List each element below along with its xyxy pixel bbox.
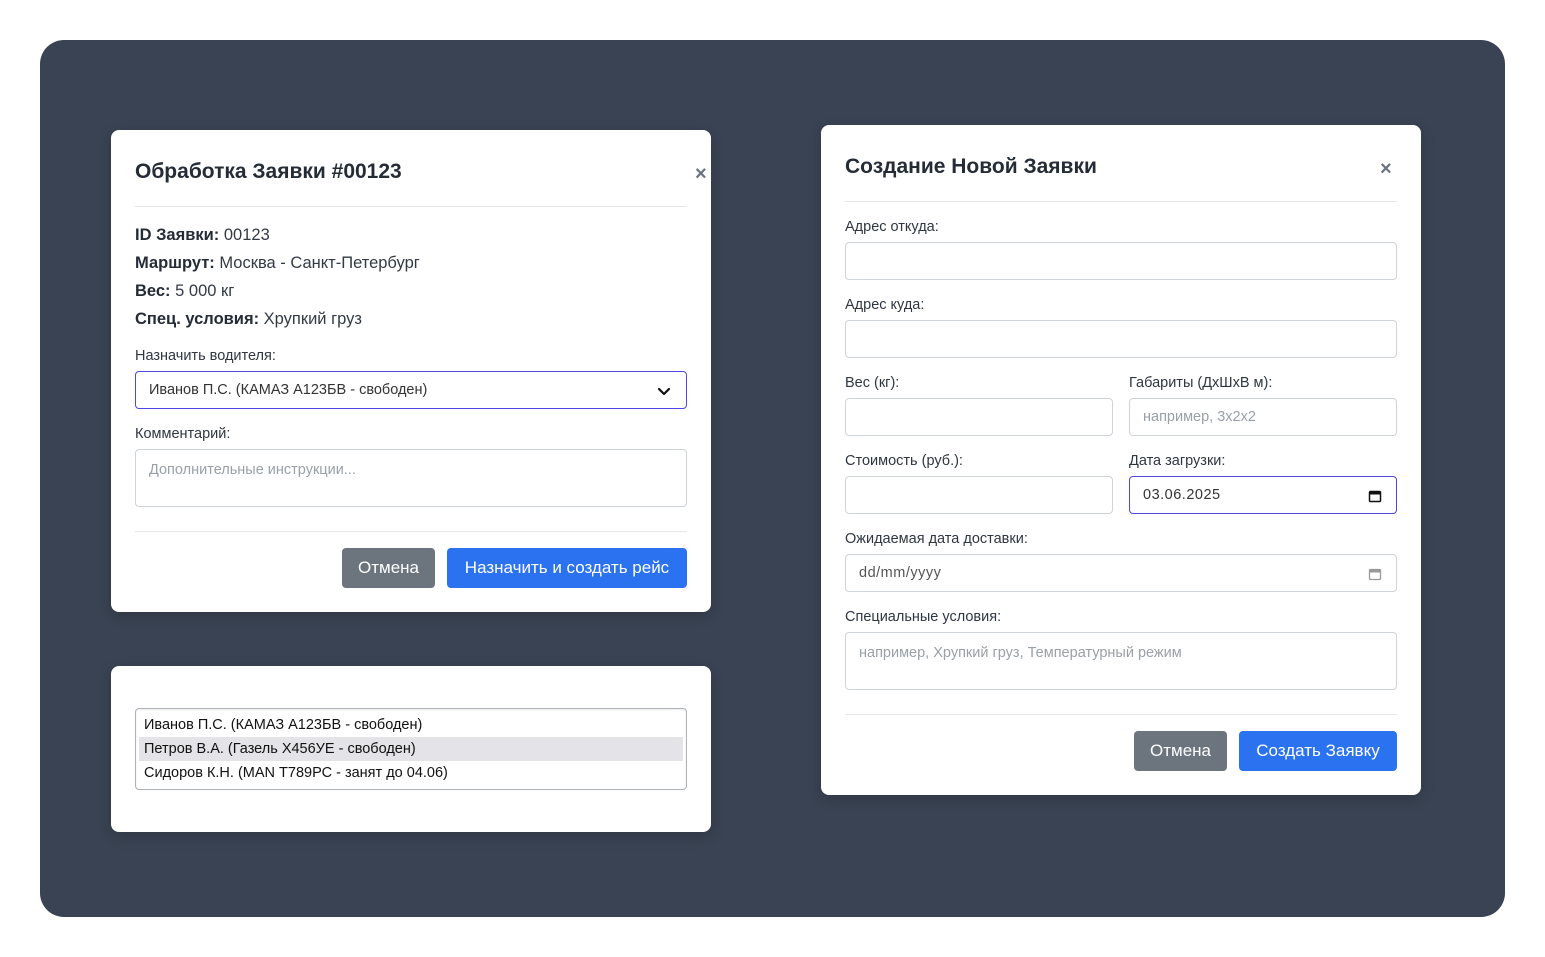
divider [845,201,1397,202]
dimensions-placeholder: например, 3x2x2 [1143,409,1256,425]
info-route: Маршрут: Москва - Санкт-Петербург [135,254,420,272]
to-address-input[interactable] [845,320,1397,358]
divider [135,206,687,207]
cancel-button[interactable]: Отмена [1134,731,1227,771]
close-icon[interactable]: × [695,164,707,184]
list-item[interactable]: Иванов П.С. (КАМАЗ А123БВ - свободен) [139,713,683,737]
cost-label: Стоимость (руб.): [845,453,963,469]
modal-title: Создание Новой Заявки [845,155,1097,178]
process-request-modal: Обработка Заявки #00123 × ID Заявки: 001… [111,130,711,612]
calendar-icon[interactable] [1368,567,1382,581]
cancel-button[interactable]: Отмена [342,548,435,588]
driver-selected-value: Иванов П.С. (КАМАЗ А123БВ - свободен) [149,382,428,398]
modal-title: Обработка Заявки #00123 [135,160,402,183]
calendar-icon[interactable] [1368,489,1382,503]
dimensions-input[interactable]: например, 3x2x2 [1129,398,1397,436]
driver-select[interactable]: Иванов П.С. (КАМАЗ А123БВ - свободен) [135,371,687,409]
list-item[interactable]: Сидоров К.Н. (MAN Т789РС - занят до 04.0… [139,761,683,785]
special-conditions-label: Специальные условия: [845,609,1002,625]
driver-label: Назначить водителя: [135,348,276,364]
driver-listbox[interactable]: Иванов П.С. (КАМАЗ А123БВ - свободен) Пе… [135,708,687,790]
to-address-label: Адрес куда: [845,297,925,313]
divider [845,714,1397,715]
info-id: ID Заявки: 00123 [135,226,270,244]
from-address-label: Адрес откуда: [845,219,939,235]
comment-label: Комментарий: [135,426,231,442]
info-special: Спец. условия: Хрупкий груз [135,310,362,328]
load-date-label: Дата загрузки: [1129,453,1226,469]
weight-input[interactable] [845,398,1113,436]
cost-input[interactable] [845,476,1113,514]
special-conditions-textarea[interactable]: например, Хрупкий груз, Температурный ре… [845,632,1397,690]
comment-textarea[interactable]: Дополнительные инструкции... [135,449,687,507]
info-weight: Вес: 5 000 кг [135,282,235,300]
create-request-button[interactable]: Создать Заявку [1239,731,1397,771]
load-date-input[interactable]: 03.06.2025 [1129,476,1397,514]
create-request-modal: Создание Новой Заявки × Адрес откуда: Ад… [821,125,1421,795]
weight-label: Вес (кг): [845,375,900,391]
chevron-down-icon [657,387,671,396]
special-conditions-placeholder: например, Хрупкий груз, Температурный ре… [859,645,1182,661]
delivery-date-placeholder: dd/mm/yyyy [859,565,942,581]
delivery-date-label: Ожидаемая дата доставки: [845,531,1028,547]
dimensions-label: Габариты (ДхШхВ м): [1129,375,1273,391]
load-date-value: 03.06.2025 [1143,487,1221,503]
divider [135,531,687,532]
list-item[interactable]: Петров В.А. (Газель Х456УЕ - свободен) [139,737,683,761]
driver-list-card: Иванов П.С. (КАМАЗ А123БВ - свободен) Пе… [111,666,711,832]
delivery-date-input[interactable]: dd/mm/yyyy [845,554,1397,592]
from-address-input[interactable] [845,242,1397,280]
close-icon[interactable]: × [1380,159,1392,179]
assign-create-trip-button[interactable]: Назначить и создать рейс [447,548,687,588]
comment-placeholder: Дополнительные инструкции... [149,462,356,478]
